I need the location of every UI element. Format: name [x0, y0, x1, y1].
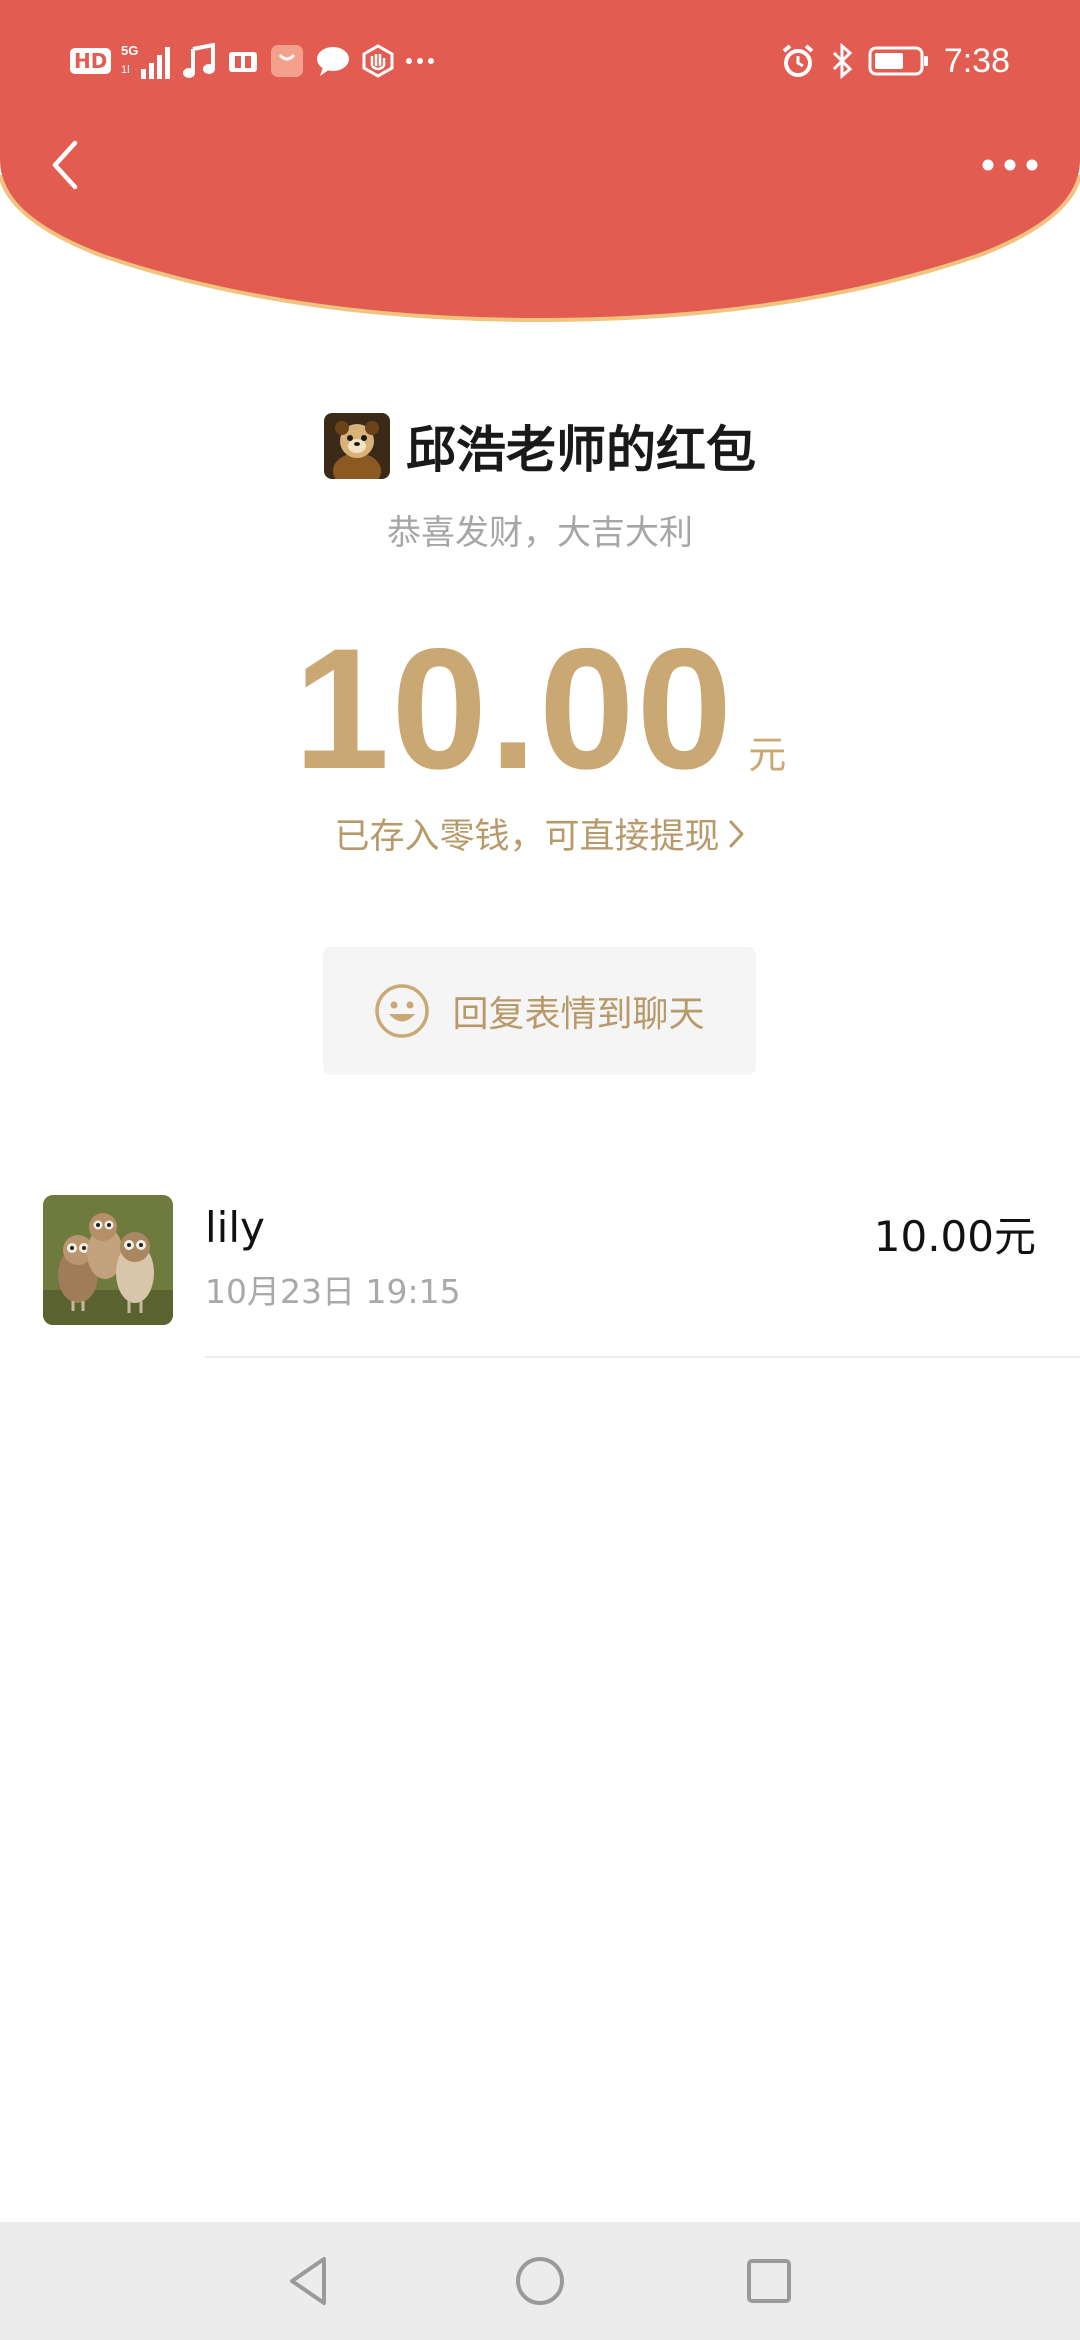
chat-bubble-icon: [315, 45, 351, 77]
chevron-right-icon: [729, 820, 743, 847]
back-triangle-icon: [290, 2257, 326, 2305]
home-circle-icon: [516, 2257, 564, 2305]
status-left-icons: HD 5G 1l: [70, 36, 435, 86]
receiver-amount: 10.00元: [873, 1212, 1036, 1261]
system-navigation-bar: [0, 2222, 1080, 2340]
blessing-text: 恭喜发财，大吉大利: [387, 513, 693, 553]
5g-signal-icon: 5G 1l: [121, 41, 173, 81]
list-divider: [205, 1356, 1080, 1358]
amount-value: 10.00: [293, 613, 735, 805]
reply-emoji-button[interactable]: 回复表情到聊天: [323, 947, 756, 1075]
svg-text:5G: 5G: [121, 43, 138, 58]
status-time: 7:38: [943, 41, 1010, 80]
saved-to-wallet-label: 已存入零钱，可直接提现: [334, 817, 720, 857]
smile-icon: [375, 984, 430, 1038]
receiver-time: 10月23日 19:15: [205, 1272, 461, 1311]
saved-to-wallet-link[interactable]: 已存入零钱，可直接提现: [0, 808, 1080, 859]
receiver-avatar: [43, 1195, 173, 1325]
amount-display: 10.00 元: [0, 610, 1080, 808]
sender-row: 邱浩老师的红包: [0, 410, 1080, 482]
status-right-icons: 7:38: [780, 36, 1010, 86]
system-recents-button[interactable]: [736, 2248, 802, 2314]
receiver-name: lily: [205, 1203, 265, 1252]
system-home-button[interactable]: [507, 2248, 573, 2314]
shopping-bag-icon: [269, 43, 305, 79]
bluetooth-icon: [830, 43, 854, 79]
amount-unit: 元: [748, 733, 787, 777]
hd-icon: HD: [70, 48, 112, 74]
recents-square-icon: [747, 2259, 791, 2303]
back-button[interactable]: [30, 130, 100, 200]
book-icon: [227, 46, 259, 76]
svg-text:1l: 1l: [121, 64, 130, 76]
reply-label: 回复表情到聊天: [452, 994, 705, 1035]
chevron-left-icon: [52, 140, 78, 190]
receiver-row[interactable]: lily 10月23日 19:15 10.00元: [0, 1195, 1080, 1355]
more-dots-icon: [405, 56, 435, 66]
status-bar: HD 5G 1l 7:38: [0, 0, 1080, 120]
battery-icon: [868, 45, 930, 77]
music-icon: [183, 43, 217, 79]
more-options-button[interactable]: [970, 130, 1050, 200]
more-dots-icon: [982, 159, 1038, 171]
hand-icon: [361, 44, 395, 78]
sender-title: 邱浩老师的红包: [406, 421, 756, 479]
sender-avatar: [324, 413, 390, 479]
system-back-button[interactable]: [276, 2248, 342, 2314]
alarm-icon: [780, 43, 816, 79]
